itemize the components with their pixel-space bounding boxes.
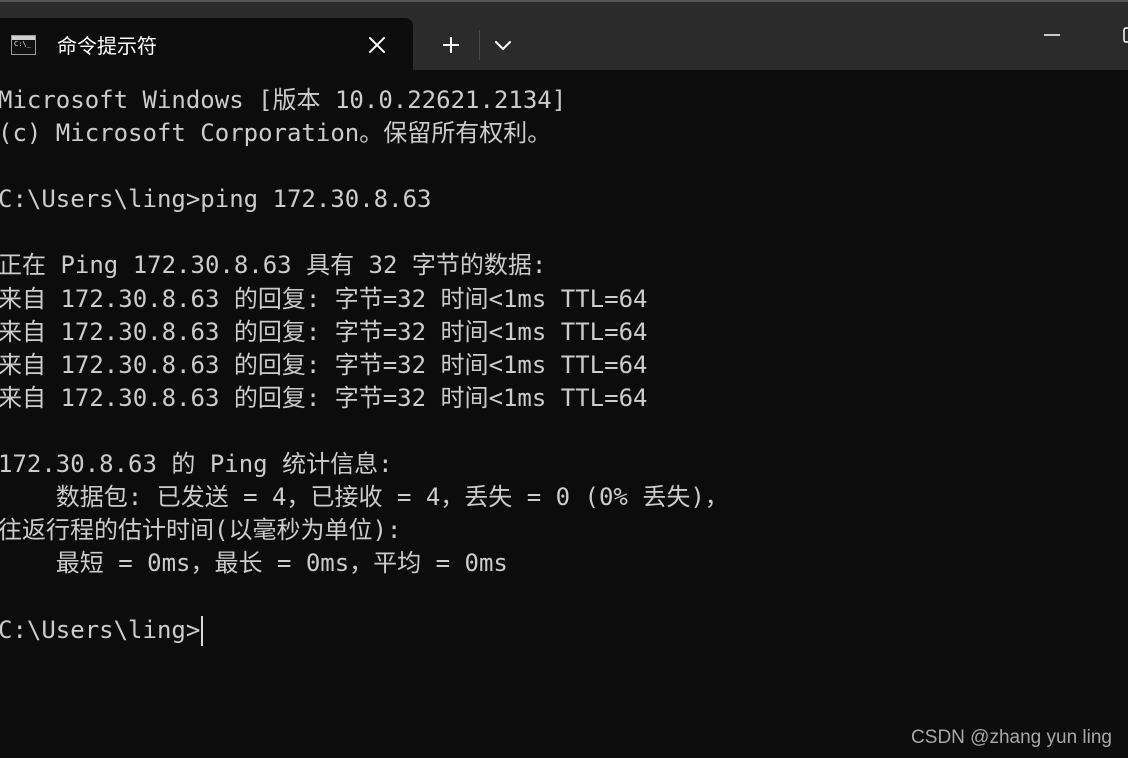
chevron-down-icon[interactable]: [486, 29, 520, 61]
plus-icon[interactable]: [432, 29, 470, 61]
console-output[interactable]: Microsoft Windows [版本 10.0.22621.2134] (…: [0, 84, 1128, 744]
console-line: (c) Microsoft Corporation。保留所有权利。: [0, 119, 552, 148]
command-prompt-icon: C:\_: [11, 35, 36, 55]
console-line: 正在 Ping 172.30.8.63 具有 32 字节的数据:: [0, 251, 547, 280]
console-line: 往返行程的估计时间(以毫秒为单位):: [0, 516, 402, 545]
prompt-line[interactable]: C:\Users\ling>: [0, 614, 1128, 647]
console-line: Microsoft Windows [版本 10.0.22621.2134]: [0, 86, 567, 114]
text-cursor: [201, 615, 204, 646]
prompt-text: C:\Users\ling>: [0, 615, 201, 644]
console-line: C:\Users\ling>ping 172.30.8.63: [0, 185, 432, 214]
console-line: 172.30.8.63 的 Ping 统计信息:: [0, 450, 393, 479]
console-line: 来自 172.30.8.63 的回复: 字节=32 时间<1ms TTL=64: [0, 284, 648, 313]
maximize-icon[interactable]: [1108, 16, 1128, 56]
terminal-window: C:\_ 命令提示符 Microsoft Windows [版本 10.0.22…: [0, 0, 1128, 758]
console-line: 数据包: 已发送 = 4，已接收 = 4，丢失 = 0 (0% 丢失)，: [0, 483, 729, 512]
tab-title: 命令提示符: [57, 34, 157, 58]
console-line: 最短 = 0ms，最长 = 0ms，平均 = 0ms: [0, 549, 508, 578]
minimize-icon[interactable]: [1030, 16, 1074, 56]
tab-separator: [479, 30, 480, 60]
console-line: 来自 172.30.8.63 的回复: 字节=32 时间<1ms TTL=64: [0, 383, 648, 412]
tab-command-prompt[interactable]: C:\_ 命令提示符: [0, 18, 413, 72]
console-line: 来自 172.30.8.63 的回复: 字节=32 时间<1ms TTL=64: [0, 350, 648, 379]
console-line: 来自 172.30.8.63 的回复: 字节=32 时间<1ms TTL=64: [0, 317, 648, 346]
watermark: CSDN @zhang yun ling: [911, 727, 1112, 748]
close-icon[interactable]: [364, 32, 390, 58]
tab-icon-prompt-text: C:\_: [14, 40, 31, 48]
title-bar[interactable]: C:\_ 命令提示符: [0, 0, 1128, 72]
